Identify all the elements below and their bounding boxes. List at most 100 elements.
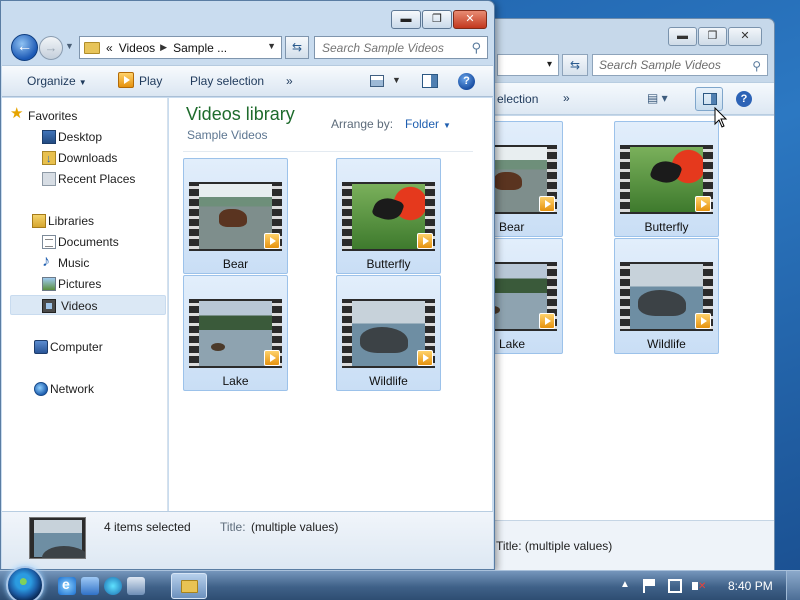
toolbar-more-button[interactable]: » — [286, 74, 293, 88]
network-tray-icon[interactable] — [668, 579, 682, 593]
arrange-by-dropdown[interactable]: Folder ▼ — [405, 117, 451, 131]
search-icon[interactable]: ⚲ — [471, 40, 481, 56]
sidebar-item-label: Favorites — [28, 109, 78, 123]
arrange-by-value: Folder — [405, 117, 440, 131]
sidebar-item-downloads[interactable]: Downloads — [42, 148, 117, 169]
start-button[interactable] — [6, 566, 44, 600]
show-desktop-button[interactable] — [786, 571, 800, 600]
sidebar-item-label: Libraries — [48, 214, 95, 228]
volume-muted-icon[interactable] — [692, 579, 706, 593]
sidebar-item-recent-places[interactable]: Recent Places — [42, 169, 135, 189]
back-content-area: Bear Butterfly Lake Wildlife — [464, 116, 774, 520]
explorer-window[interactable]: ▬ ❐ ✕ ← → ▼ « Videos ▶ Sample ... ▼ ⇆ ⚲ … — [0, 0, 495, 570]
arrange-by-label: Arrange by: — [331, 117, 394, 131]
action-center-flag-icon[interactable] — [643, 579, 657, 593]
play-button[interactable]: Play — [118, 72, 162, 88]
window-controls: ▬ ❐ ✕ — [390, 10, 487, 29]
recent-pages-dropdown[interactable]: ▼ — [65, 41, 74, 51]
search-box[interactable]: ⚲ — [314, 36, 488, 59]
show-hidden-icons-button[interactable]: ▲ — [620, 579, 630, 590]
back-video-tile-butterfly[interactable]: Butterfly — [614, 121, 719, 237]
sidebar-item-label: Documents — [58, 235, 119, 249]
forward-arrow-icon: → — [44, 40, 58, 55]
back-button[interactable]: ← — [11, 34, 38, 61]
forward-button[interactable]: → — [39, 36, 63, 60]
sidebar-item-desktop[interactable]: Desktop — [42, 127, 102, 147]
back-video-tile-wildlife[interactable]: Wildlife — [614, 238, 719, 354]
back-play-selection-button[interactable]: election — [497, 92, 538, 106]
background-explorer-window[interactable]: ▬ ❐ ✕ ▾ ⇆ Search Sample Videos ⚲ electio… — [464, 18, 775, 570]
video-thumbnail — [189, 299, 282, 368]
library-subtitle: Sample Videos — [187, 128, 268, 142]
sidebar-item-libraries[interactable]: Libraries — [32, 211, 95, 231]
breadcrumb-overflow[interactable]: « — [106, 41, 113, 55]
back-status-bar: Title: (multiple values) — [471, 520, 774, 570]
play-badge-icon — [695, 196, 711, 212]
chevron-down-icon: ▼ — [78, 78, 87, 87]
libraries-icon — [32, 214, 46, 228]
minimize-button[interactable]: ▬ — [391, 10, 421, 29]
sidebar-item-documents[interactable]: Documents — [42, 232, 119, 252]
back-search-placeholder: Search Sample Videos — [599, 58, 721, 72]
sidebar-item-videos[interactable]: Videos — [10, 295, 166, 315]
back-toolbar: election » ▤ ▾ ? — [471, 82, 774, 115]
play-badge-icon — [264, 233, 280, 249]
video-thumbnail — [342, 182, 435, 251]
video-tile-butterfly[interactable]: Butterfly — [336, 158, 441, 274]
computer-icon — [34, 340, 48, 354]
back-search-box[interactable]: Search Sample Videos ⚲ — [592, 54, 768, 76]
clock[interactable]: 8:40 PM — [728, 579, 773, 593]
chevron-right-icon[interactable]: ▶ — [160, 42, 167, 53]
back-address-bar[interactable]: ▾ — [497, 54, 559, 76]
breadcrumb-videos[interactable]: Videos — [119, 41, 155, 55]
tile-caption: Wildlife — [369, 374, 408, 388]
title-property-value[interactable]: (multiple values) — [251, 520, 338, 534]
details-pane: 4 items selected Title: (multiple values… — [2, 511, 493, 569]
change-view-icon[interactable] — [370, 75, 384, 87]
switch-windows-icon[interactable] — [127, 577, 145, 595]
back-help-button[interactable]: ? — [736, 91, 752, 107]
preview-pane-button[interactable] — [422, 74, 438, 88]
breadcrumb-sample-videos[interactable]: Sample ... — [173, 41, 227, 55]
internet-explorer-icon[interactable] — [58, 576, 76, 595]
back-minimize-button[interactable]: ▬ — [668, 27, 697, 46]
video-tile-bear[interactable]: Bear — [183, 158, 288, 274]
video-tile-lake[interactable]: Lake — [183, 275, 288, 391]
play-selection-button[interactable]: Play selection — [190, 74, 264, 88]
back-views-button[interactable]: ▤ ▾ — [647, 91, 668, 105]
refresh-button[interactable]: ⇆ — [285, 36, 309, 59]
play-badge-icon — [539, 196, 555, 212]
tile-caption: Lake — [499, 337, 526, 351]
sidebar-item-network[interactable]: Network — [34, 379, 94, 399]
close-button[interactable]: ✕ — [453, 10, 487, 29]
back-toolbar-more-button[interactable]: » — [563, 91, 570, 105]
chevron-down-icon[interactable]: ▼ — [267, 41, 276, 51]
back-close-button[interactable]: ✕ — [728, 27, 762, 46]
help-button[interactable]: ? — [458, 73, 475, 90]
taskbar-explorer-button[interactable] — [171, 573, 207, 599]
tile-caption: Butterfly — [644, 220, 689, 234]
recent-places-icon — [42, 172, 56, 186]
documents-icon — [42, 235, 56, 249]
sidebar-item-pictures[interactable]: Pictures — [42, 274, 101, 294]
refresh-icon: ⇆ — [291, 40, 303, 54]
play-badge-icon — [539, 313, 555, 329]
organize-button[interactable]: Organize ▼ — [27, 74, 87, 88]
play-badge-icon — [264, 350, 280, 366]
search-input[interactable] — [322, 37, 462, 58]
selection-thumbnail — [29, 517, 86, 559]
pictures-icon — [42, 277, 56, 291]
maximize-button[interactable]: ❐ — [422, 10, 452, 29]
back-maximize-button[interactable]: ❐ — [698, 27, 727, 46]
show-desktop-quicklaunch-icon[interactable] — [81, 577, 99, 595]
play-badge-icon — [695, 313, 711, 329]
media-player-icon[interactable] — [104, 577, 122, 595]
tile-caption: Bear — [222, 257, 249, 271]
sidebar-item-music[interactable]: ♪ Music — [42, 253, 89, 273]
sidebar-item-computer[interactable]: Computer — [34, 337, 103, 357]
video-tile-wildlife[interactable]: Wildlife — [336, 275, 441, 391]
back-refresh-button[interactable]: ⇆ — [562, 54, 588, 76]
sidebar-item-favorites[interactable]: ★ Favorites — [10, 106, 78, 126]
address-bar[interactable]: « Videos ▶ Sample ... ▼ — [79, 36, 282, 59]
views-dropdown-icon[interactable]: ▼ — [392, 75, 401, 85]
